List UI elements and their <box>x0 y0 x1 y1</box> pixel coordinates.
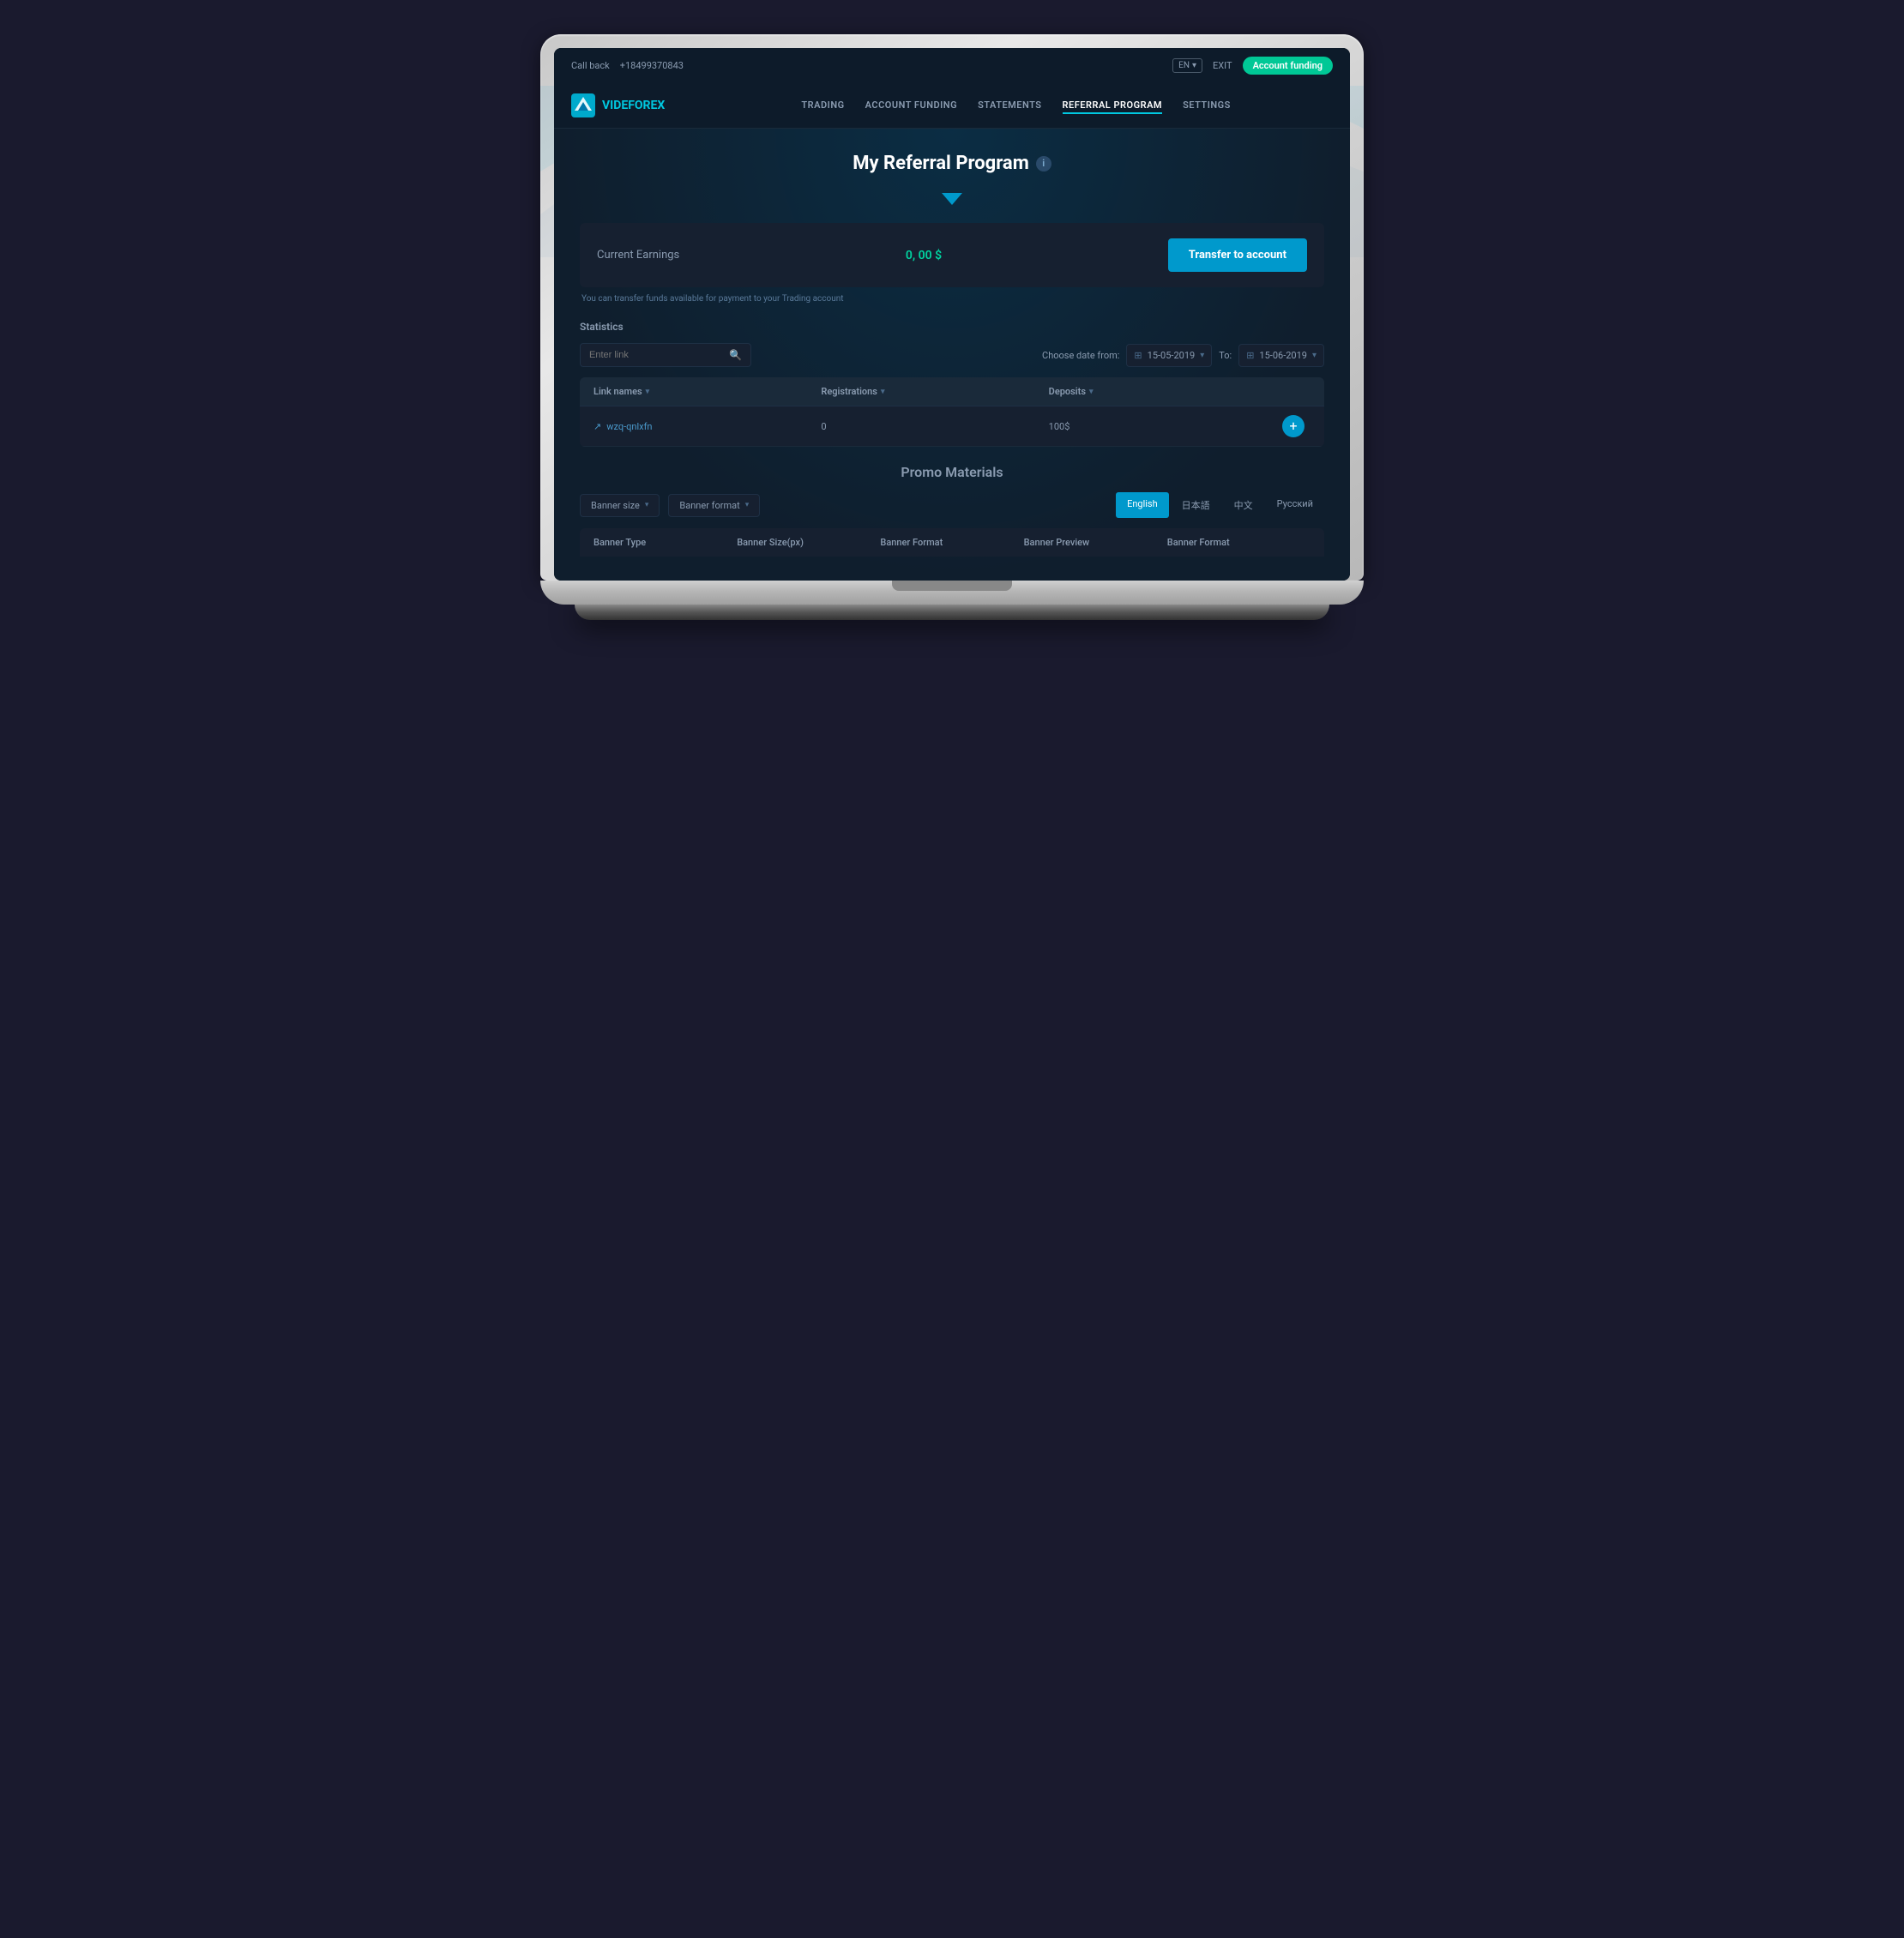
col-link-names: Link names ▾ <box>593 386 821 397</box>
stats-table: Link names ▾ Registrations ▾ Deposits ▾ <box>580 377 1324 447</box>
top-bar-left: Call back +18499370843 <box>571 60 684 71</box>
info-icon[interactable]: i <box>1036 156 1051 172</box>
transfer-hint: You can transfer funds available for pay… <box>580 294 1324 304</box>
banner-col-preview: Banner Preview <box>1024 537 1167 548</box>
banner-size-label: Banner size <box>591 500 640 511</box>
lang-tab-russian[interactable]: Русский <box>1266 492 1324 518</box>
logo-forex: FOREX <box>628 99 665 112</box>
add-link-button[interactable]: + <box>1282 415 1304 437</box>
link-arrow-icon: ↗ <box>593 421 601 432</box>
banner-size-dropdown[interactable]: Banner size ▾ <box>580 494 660 517</box>
sort-reg-icon: ▾ <box>881 388 885 396</box>
language-chevron-icon: ▾ <box>1192 61 1196 70</box>
banner-col-type: Banner Type <box>593 537 737 548</box>
table-header: Link names ▾ Registrations ▾ Deposits ▾ <box>580 377 1324 406</box>
date-from-value: 15-05-2019 <box>1148 350 1196 361</box>
banner-format-dropdown[interactable]: Banner format ▾ <box>668 494 760 517</box>
link-name: wzq-qnlxfn <box>606 421 652 432</box>
registrations-cell: 0 <box>821 421 1048 432</box>
banner-format-chevron-icon: ▾ <box>745 501 750 509</box>
banner-col-format2: Banner Format <box>1167 537 1311 548</box>
account-funding-nav-button[interactable]: Account funding <box>1243 57 1333 75</box>
calendar-to-icon: ⊞ <box>1246 350 1254 361</box>
nav-referral-program[interactable]: REFERRAL PROGRAM <box>1063 98 1163 114</box>
laptop-screen-outer: Call back +18499370843 EN ▾ EXIT Account… <box>540 34 1364 581</box>
date-to-picker[interactable]: ⊞ 15-06-2019 ▾ <box>1238 344 1324 367</box>
earnings-label: Current Earnings <box>597 249 679 262</box>
page-title: My Referral Program i <box>853 153 1051 174</box>
logo[interactable]: VIDEFOREX <box>571 93 665 117</box>
phone-number: +18499370843 <box>620 60 684 71</box>
table-row: ↗ wzq-qnlxfn 0 100$ + <box>580 406 1324 447</box>
laptop-container: Call back +18499370843 EN ▾ EXIT Account… <box>540 34 1364 620</box>
lang-tab-japanese[interactable]: 日本語 <box>1171 492 1221 518</box>
promo-controls: Banner size ▾ Banner format ▾ English <box>580 492 1324 518</box>
date-to-value: 15-06-2019 <box>1259 350 1307 361</box>
search-box[interactable]: 🔍 <box>580 343 751 367</box>
logo-icon <box>571 93 595 117</box>
sort-dep-icon: ▾ <box>1089 388 1094 396</box>
top-bar: Call back +18499370843 EN ▾ EXIT Account… <box>554 48 1350 83</box>
statistics-section: Statistics 🔍 Choose date from: <box>580 321 1324 447</box>
nav-statements[interactable]: STATEMENTS <box>978 98 1041 114</box>
statistics-title: Statistics <box>580 321 1324 333</box>
stats-controls: 🔍 Choose date from: ⊞ 15-05-2019 ▾ <box>580 343 1324 367</box>
promo-dropdowns: Banner size ▾ Banner format ▾ <box>580 494 760 517</box>
calendar-from-icon: ⊞ <box>1134 350 1142 361</box>
link-cell: ↗ wzq-qnlxfn <box>593 421 821 432</box>
banner-col-size: Banner Size(px) <box>737 537 880 548</box>
earnings-value: 0, 00 $ <box>906 249 942 262</box>
lang-tab-english[interactable]: English <box>1116 492 1169 518</box>
date-to-label: To: <box>1219 350 1232 361</box>
banner-table-header: Banner Type Banner Size(px) Banner Forma… <box>580 528 1324 557</box>
date-from-picker[interactable]: ⊞ 15-05-2019 ▾ <box>1126 344 1212 367</box>
lang-tab-chinese[interactable]: 中文 <box>1223 492 1264 518</box>
date-to-chevron-icon: ▾ <box>1312 351 1317 360</box>
deposits-cell: 100$ <box>1049 421 1276 432</box>
laptop-base <box>540 581 1364 605</box>
col-deposits: Deposits ▾ <box>1049 386 1276 397</box>
exit-button[interactable]: EXIT <box>1213 60 1232 71</box>
top-bar-right: EN ▾ EXIT Account funding <box>1172 57 1333 75</box>
promo-title: Promo Materials <box>580 464 1324 480</box>
promo-section: Promo Materials Banner size ▾ Banner for… <box>580 464 1324 557</box>
page-title-text: My Referral Program <box>853 153 1029 174</box>
earnings-card: Current Earnings 0, 00 $ Transfer to acc… <box>580 223 1324 287</box>
search-input[interactable] <box>589 350 724 360</box>
logo-vide: VIDE <box>602 99 628 112</box>
language-selector[interactable]: EN ▾ <box>1172 58 1202 73</box>
nav-bar: VIDEFOREX TRADING ACCOUNT FUNDING STATEM… <box>554 83 1350 129</box>
main-inner: Call back +18499370843 EN ▾ EXIT Account… <box>554 48 1350 581</box>
banner-col-format: Banner Format <box>880 537 1023 548</box>
col-deposits-label: Deposits <box>1049 386 1086 397</box>
language-code: EN <box>1178 61 1190 70</box>
call-back-label: Call back <box>571 60 610 71</box>
language-tabs: English 日本語 中文 Русский <box>1116 492 1324 518</box>
nav-trading[interactable]: TRADING <box>801 98 844 114</box>
logo-text: VIDEFOREX <box>602 99 665 112</box>
date-from-chevron-icon: ▾ <box>1200 351 1204 360</box>
date-controls: Choose date from: ⊞ 15-05-2019 ▾ To: ⊞ 1… <box>1042 344 1324 367</box>
col-registrations: Registrations ▾ <box>821 386 1048 397</box>
col-actions <box>1276 386 1311 397</box>
main-content: My Referral Program i Current Earnings 0… <box>554 129 1350 581</box>
col-link-names-label: Link names <box>593 386 642 397</box>
sort-link-icon: ▾ <box>646 388 650 396</box>
add-btn-cell: + <box>1276 415 1311 437</box>
col-registrations-label: Registrations <box>821 386 877 397</box>
nav-account-funding[interactable]: ACCOUNT FUNDING <box>865 98 957 114</box>
page-title-area: My Referral Program i <box>580 153 1324 174</box>
banner-size-chevron-icon: ▾ <box>645 501 649 509</box>
laptop-screen: Call back +18499370843 EN ▾ EXIT Account… <box>554 48 1350 581</box>
laptop-bottom-shadow <box>575 605 1329 620</box>
laptop-notch <box>892 581 1012 591</box>
search-icon: 🔍 <box>729 349 742 361</box>
nav-settings[interactable]: SETTINGS <box>1183 98 1231 114</box>
date-from-label: Choose date from: <box>1042 350 1119 361</box>
nav-links: TRADING ACCOUNT FUNDING STATEMENTS REFER… <box>699 98 1333 114</box>
banner-format-label: Banner format <box>679 500 739 511</box>
chevron-down-icon <box>580 191 1324 209</box>
transfer-to-account-button[interactable]: Transfer to account <box>1168 238 1307 272</box>
